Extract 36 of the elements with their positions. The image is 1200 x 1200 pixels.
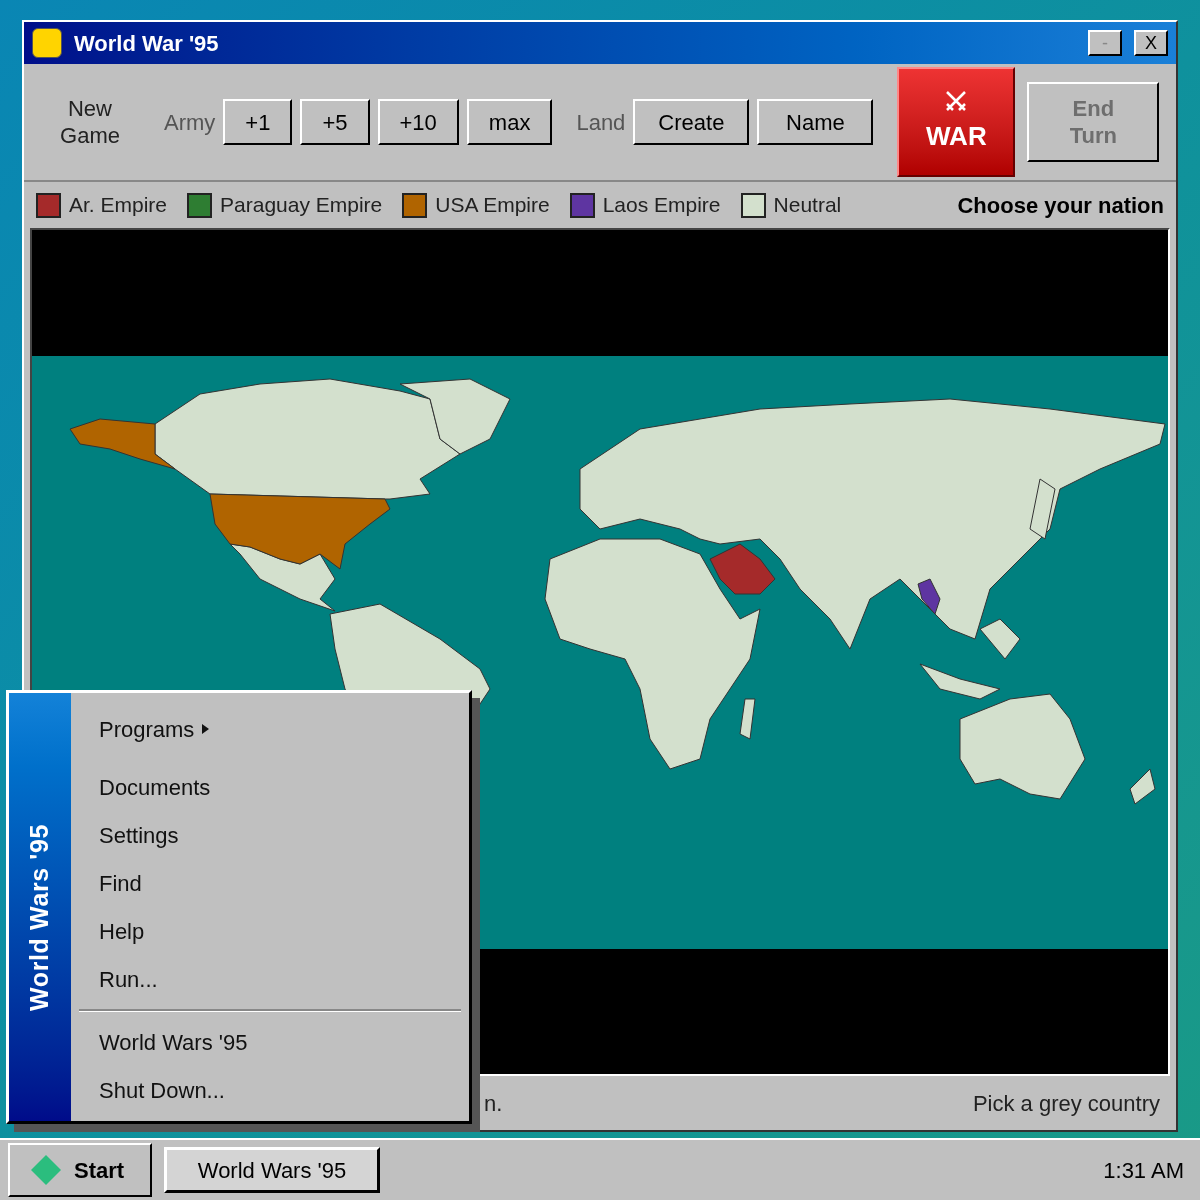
start-menu-item[interactable]: Programs xyxy=(79,705,461,753)
start-menu-item[interactable]: Find xyxy=(79,859,461,907)
start-menu-item[interactable]: Settings xyxy=(79,811,461,859)
status-text: n. xyxy=(484,1089,503,1118)
army-label: Army xyxy=(164,108,216,137)
start-menu-item[interactable]: World Wars '95 xyxy=(79,1018,461,1066)
crossed-swords-icon xyxy=(944,88,969,113)
start-menu-item[interactable]: Help xyxy=(79,907,461,955)
status-hint: Pick a grey country xyxy=(972,1089,1160,1118)
banner-title: World Wars '95 xyxy=(24,824,55,1011)
clock: 1:31 AM xyxy=(1103,1156,1185,1185)
legend-label: Paraguay Empire xyxy=(220,192,383,219)
app-icon xyxy=(32,28,62,58)
legend-label: Ar. Empire xyxy=(69,192,168,219)
start-menu-item[interactable]: Run... xyxy=(79,955,461,1003)
army-button[interactable]: +10 xyxy=(377,99,459,145)
legend-label: Laos Empire xyxy=(602,192,721,219)
legend-label: Neutral xyxy=(773,192,842,219)
close-button[interactable]: X xyxy=(1134,30,1168,56)
land-button[interactable]: Create xyxy=(633,99,750,145)
army-button[interactable]: +5 xyxy=(300,99,370,145)
land-label: Land xyxy=(576,108,626,137)
diamond-icon xyxy=(30,1154,62,1186)
start-button[interactable]: Start xyxy=(8,1143,152,1197)
land-button[interactable]: Name xyxy=(757,99,874,145)
window-title: World War '95 xyxy=(74,29,219,58)
start-menu-item[interactable]: Shut Down... xyxy=(79,1066,461,1114)
start-menu-item[interactable]: Documents xyxy=(79,763,461,811)
army-button[interactable]: max xyxy=(466,99,553,145)
war-button[interactable]: WAR xyxy=(897,67,1016,177)
submenu-arrow-icon xyxy=(202,724,210,734)
nation-prompt: Choose your nation xyxy=(957,191,1164,220)
legend-label: USA Empire xyxy=(435,192,550,219)
new-game-button[interactable]: New Game xyxy=(40,94,140,150)
taskbar-window-button[interactable]: World Wars '95 xyxy=(164,1147,380,1193)
army-button[interactable]: +1 xyxy=(223,99,293,145)
